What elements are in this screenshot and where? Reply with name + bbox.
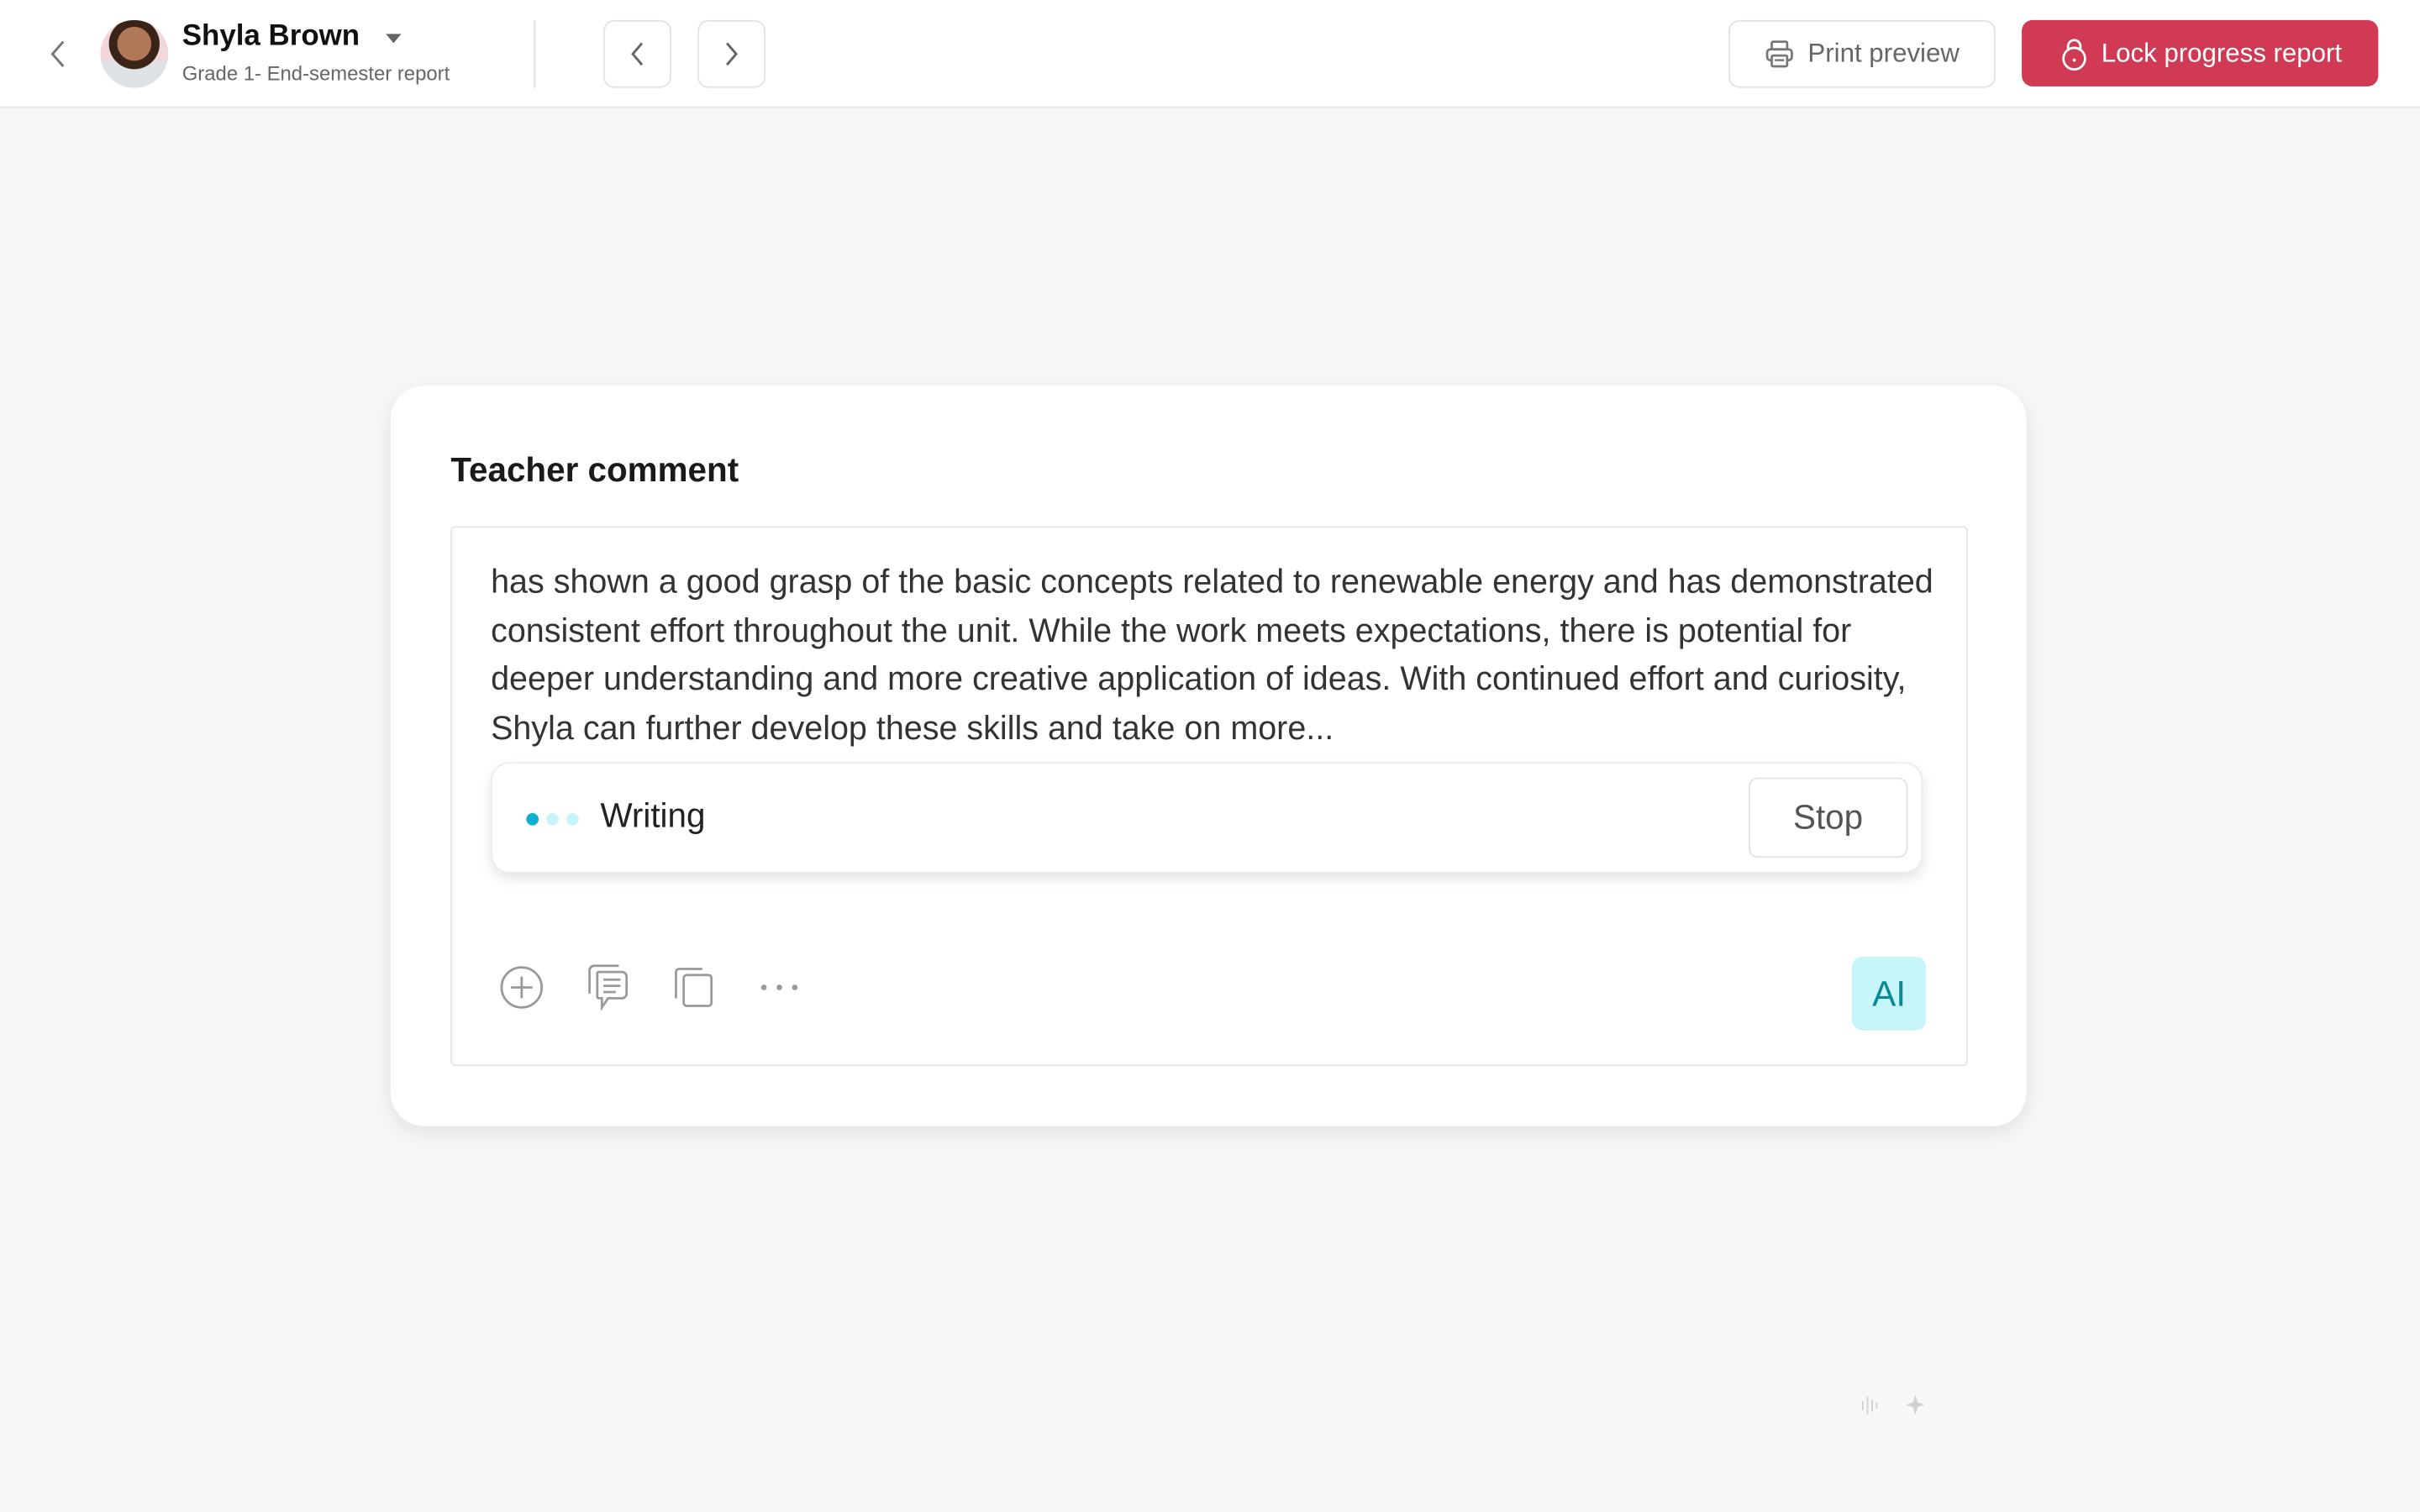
sparkle-icon[interactable] [1904,1392,1928,1420]
comment-text[interactable]: has shown a good grasp of the basic conc… [491,559,1933,753]
audio-waveform-icon[interactable] [1858,1392,1882,1420]
top-bar: Shyla Brown Grade 1- End-semester report… [0,0,2420,108]
writing-status: Writing [600,795,706,835]
card-title: Teacher comment [450,450,739,490]
stop-button[interactable]: Stop [1748,777,1908,858]
more-horizontal-icon [760,984,798,990]
comment-editor[interactable]: has shown a good grasp of the basic conc… [450,526,1968,1067]
more-options-button[interactable] [756,963,806,1012]
loading-dots-icon [526,812,579,826]
chevron-left-icon [50,40,65,67]
print-preview-button[interactable]: Print preview [1728,19,1996,88]
corner-tools [1858,1392,1928,1420]
lock-icon [2061,38,2086,71]
ai-button[interactable]: AI [1852,956,1927,1031]
print-preview-label: Print preview [1807,38,1960,68]
add-button[interactable] [497,963,546,1012]
report-subtitle: Grade 1- End-semester report [182,61,450,86]
avatar [100,19,169,88]
comments-icon [588,964,629,1011]
printer-icon [1766,40,1794,68]
caret-down-icon[interactable] [386,34,402,44]
back-button[interactable] [43,34,74,74]
teacher-comment-card: Teacher comment has shown a good grasp o… [390,386,2027,1126]
editor-toolbar [497,963,805,1012]
chevron-right-icon [725,42,739,66]
plus-circle-icon [500,966,544,1009]
lock-progress-report-label: Lock progress report [2101,37,2343,67]
next-student-button[interactable] [697,19,766,88]
copy-icon [675,968,713,1007]
comment-bank-button[interactable] [583,963,633,1012]
chevron-left-icon [631,42,644,66]
copy-button[interactable] [670,963,719,1012]
ai-writing-status-bar: Writing Stop [491,762,1923,874]
lock-progress-report-button[interactable]: Lock progress report [2022,19,2379,87]
previous-student-button[interactable] [603,19,671,88]
student-name: Shyla Brown [182,19,360,53]
divider [534,19,536,88]
